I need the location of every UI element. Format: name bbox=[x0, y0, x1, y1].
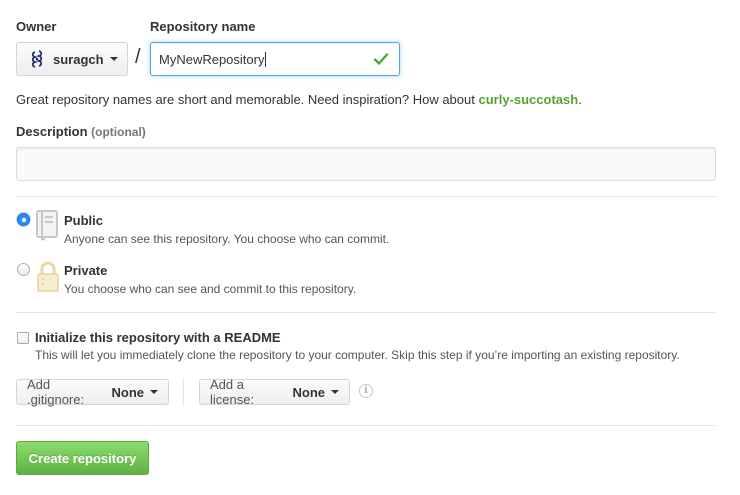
divider bbox=[16, 196, 716, 197]
text-cursor bbox=[265, 51, 267, 67]
public-radio[interactable] bbox=[17, 213, 30, 226]
divider bbox=[16, 312, 716, 313]
repository-name-label: Repository name bbox=[150, 19, 256, 34]
suggested-name-link[interactable]: curly-succotash bbox=[478, 92, 578, 107]
check-icon bbox=[373, 51, 389, 67]
gitignore-prefix: Add .gitignore: bbox=[27, 377, 85, 407]
private-note: You choose who can see and commit to thi… bbox=[64, 282, 357, 296]
description-label-row: Description (optional) bbox=[16, 124, 146, 139]
lock-icon bbox=[35, 260, 61, 295]
info-icon[interactable]: i bbox=[359, 384, 373, 398]
book-icon bbox=[35, 210, 61, 245]
divider bbox=[16, 425, 716, 426]
create-repository-button[interactable]: Create repository bbox=[16, 441, 149, 475]
repository-name-value: MyNewRepository bbox=[159, 51, 265, 67]
description-input[interactable] bbox=[16, 147, 716, 181]
repository-name-hint: Great repository names are short and mem… bbox=[16, 92, 582, 107]
readme-checkbox[interactable] bbox=[17, 332, 29, 344]
license-value: None bbox=[292, 384, 326, 400]
description-optional: (optional) bbox=[91, 125, 146, 139]
repository-name-input[interactable]: MyNewRepository bbox=[150, 42, 400, 76]
gitignore-select[interactable]: Add .gitignore: None bbox=[16, 377, 169, 407]
chevron-down-icon bbox=[109, 57, 118, 61]
hint-text: Great repository names are short and mem… bbox=[16, 92, 475, 107]
hint-end: . bbox=[578, 92, 582, 107]
owner-select[interactable]: suragch bbox=[16, 42, 128, 76]
readme-note: This will let you immediately clone the … bbox=[35, 348, 680, 362]
gitignore-value: None bbox=[111, 384, 145, 400]
private-radio[interactable] bbox=[17, 263, 30, 276]
public-note: Anyone can see this repository. You choo… bbox=[64, 232, 390, 246]
description-label: Description bbox=[16, 124, 88, 139]
public-title: Public bbox=[64, 213, 104, 228]
owner-name: suragch bbox=[53, 51, 104, 67]
select-separator bbox=[183, 378, 184, 406]
owner-repo-separator: / bbox=[135, 46, 141, 68]
avatar-icon bbox=[29, 50, 45, 68]
license-select[interactable]: Add a license: None bbox=[199, 377, 350, 407]
chevron-down-icon bbox=[150, 390, 158, 394]
readme-label[interactable]: Initialize this repository with a README bbox=[35, 330, 281, 345]
private-title: Private bbox=[64, 263, 108, 278]
chevron-down-icon bbox=[331, 390, 339, 394]
owner-label: Owner bbox=[16, 19, 57, 34]
license-prefix: Add a license: bbox=[210, 377, 255, 407]
